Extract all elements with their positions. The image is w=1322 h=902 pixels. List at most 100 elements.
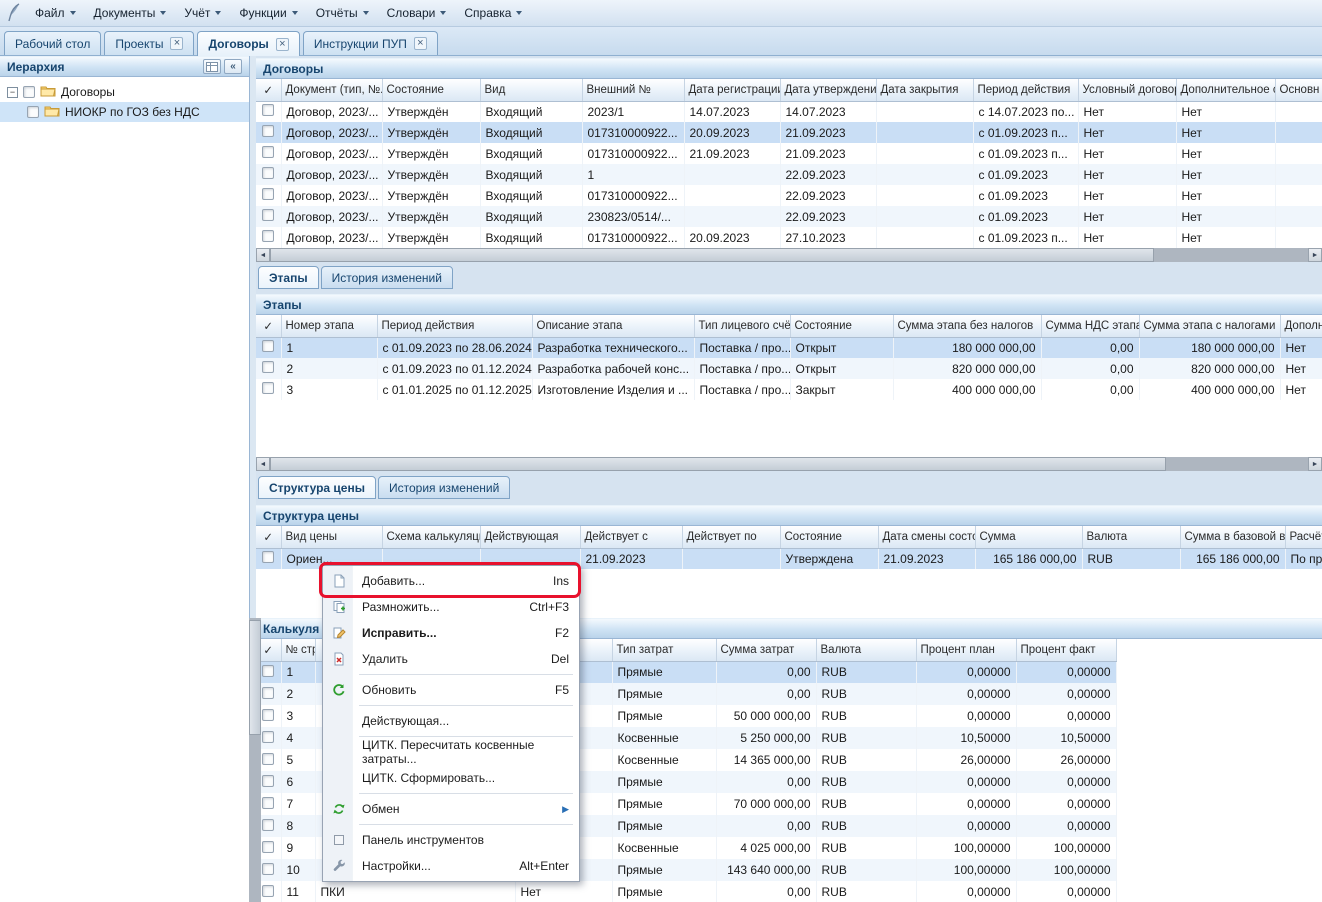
stages-horizontal-scrollbar[interactable]: ◄ ► bbox=[256, 457, 1322, 471]
grid-view-icon[interactable] bbox=[203, 59, 221, 74]
column-header[interactable]: Внешний № bbox=[582, 79, 684, 101]
scroll-left-button[interactable]: ◄ bbox=[256, 457, 270, 471]
scroll-right-button[interactable]: ► bbox=[1308, 248, 1322, 262]
row-checkbox[interactable] bbox=[262, 665, 274, 677]
context-menu-item[interactable]: ЦИТК. Сформировать... bbox=[325, 765, 577, 791]
tab-close-icon[interactable]: × bbox=[414, 37, 427, 50]
column-header[interactable]: Состояние bbox=[790, 315, 893, 337]
tree-node-niokr[interactable]: НИОКР по ГОЗ без НДС bbox=[0, 102, 249, 122]
column-header[interactable]: Дата утверждения bbox=[780, 79, 876, 101]
context-menu-item[interactable]: Действующая... bbox=[325, 708, 577, 734]
row-checkbox[interactable] bbox=[262, 885, 274, 897]
calculation-vertical-scrollbar[interactable] bbox=[249, 618, 261, 902]
menubar-item[interactable]: Файл bbox=[26, 2, 85, 24]
column-header[interactable]: Процент план bbox=[916, 639, 1016, 661]
column-header[interactable]: Валюта bbox=[816, 639, 916, 661]
column-header[interactable]: Вид bbox=[480, 79, 582, 101]
section-tab[interactable]: История изменений bbox=[378, 476, 510, 499]
column-header[interactable]: Действующая bbox=[480, 526, 580, 548]
column-header[interactable]: Дополн bbox=[1280, 315, 1322, 337]
column-header[interactable]: Состояние bbox=[780, 526, 878, 548]
row-checkbox[interactable] bbox=[262, 340, 274, 352]
context-menu-item[interactable]: Размножить...Ctrl+F3 bbox=[325, 594, 577, 620]
tree-node-contracts[interactable]: − Договоры bbox=[0, 82, 249, 102]
column-header[interactable]: Схема калькуляци bbox=[382, 526, 480, 548]
column-header[interactable]: Дата регистрации bbox=[684, 79, 780, 101]
table-row[interactable]: Договор, 2023/...УтверждёнВходящий017310… bbox=[256, 143, 1322, 164]
column-header[interactable]: Условный договор bbox=[1078, 79, 1176, 101]
contracts-horizontal-scrollbar[interactable]: ◄ ► bbox=[256, 248, 1322, 262]
table-row[interactable]: Договор, 2023/...УтверждёнВходящий122.09… bbox=[256, 164, 1322, 185]
context-menu-item[interactable]: Панель инструментов bbox=[325, 827, 577, 853]
row-checkbox[interactable] bbox=[262, 209, 274, 221]
table-row[interactable]: Договор, 2023/...УтверждёнВходящий017310… bbox=[256, 122, 1322, 143]
section-tab[interactable]: История изменений bbox=[321, 266, 453, 289]
document-tab[interactable]: Проекты× bbox=[104, 31, 194, 55]
row-checkbox[interactable] bbox=[262, 125, 274, 137]
column-header[interactable]: Действует с bbox=[580, 526, 682, 548]
select-all-checkbox-header[interactable]: ✓ bbox=[256, 526, 281, 548]
column-header[interactable]: Дополнительное с bbox=[1176, 79, 1275, 101]
row-checkbox[interactable] bbox=[262, 382, 274, 394]
collapse-node-icon[interactable]: − bbox=[7, 87, 18, 98]
table-row[interactable]: Договор, 2023/...УтверждёнВходящий017310… bbox=[256, 227, 1322, 248]
context-menu-item[interactable]: Добавить...Ins bbox=[325, 568, 577, 594]
node-checkbox[interactable] bbox=[23, 86, 35, 98]
column-header[interactable]: Процент факт bbox=[1016, 639, 1116, 661]
context-menu-item[interactable]: Обмен▶ bbox=[325, 796, 577, 822]
menubar-item[interactable]: Функции bbox=[230, 2, 306, 24]
context-menu-item[interactable]: Исправить...F2 bbox=[325, 620, 577, 646]
column-header[interactable]: Номер этапа bbox=[281, 315, 377, 337]
column-header[interactable]: Сумма этапа с налогами bbox=[1139, 315, 1280, 337]
row-checkbox[interactable] bbox=[262, 687, 274, 699]
table-row[interactable]: Договор, 2023/...УтверждёнВходящий2023/1… bbox=[256, 101, 1322, 122]
table-row[interactable]: 3с 01.01.2025 по 01.12.2025Изготовление … bbox=[256, 379, 1322, 400]
row-checkbox[interactable] bbox=[262, 709, 274, 721]
column-header[interactable]: Сумма этапа без налогов bbox=[893, 315, 1041, 337]
document-tab[interactable]: Рабочий стол bbox=[4, 31, 101, 55]
column-header[interactable]: Валюта bbox=[1082, 526, 1180, 548]
menubar-item[interactable]: Словари bbox=[378, 2, 456, 24]
column-header[interactable]: Сумма bbox=[975, 526, 1082, 548]
column-header[interactable]: Период действия bbox=[973, 79, 1078, 101]
row-checkbox[interactable] bbox=[262, 797, 274, 809]
row-checkbox[interactable] bbox=[262, 167, 274, 179]
menubar-item[interactable]: Справка bbox=[455, 2, 531, 24]
document-tab[interactable]: Инструкции ПУП× bbox=[303, 31, 438, 55]
column-header[interactable]: Действует по bbox=[682, 526, 780, 548]
collapse-panel-icon[interactable]: « bbox=[224, 59, 242, 74]
table-row[interactable]: Договор, 2023/...УтверждёнВходящий017310… bbox=[256, 185, 1322, 206]
select-all-checkbox-header[interactable]: ✓ bbox=[256, 79, 281, 101]
table-row[interactable]: 11ПКИНетПрямые0,00RUB0,000000,00000 bbox=[256, 881, 1116, 902]
menubar-item[interactable]: Документы bbox=[85, 2, 176, 24]
column-header[interactable]: Сумма в базовой в bbox=[1180, 526, 1285, 548]
column-header[interactable]: Описание этапа bbox=[532, 315, 694, 337]
column-header[interactable]: Сумма затрат bbox=[716, 639, 816, 661]
row-checkbox[interactable] bbox=[262, 753, 274, 765]
row-checkbox[interactable] bbox=[262, 551, 274, 563]
column-header[interactable]: № стр... bbox=[281, 639, 315, 661]
row-checkbox[interactable] bbox=[262, 731, 274, 743]
table-row[interactable]: 2с 01.09.2023 по 01.12.2024Разработка ра… bbox=[256, 358, 1322, 379]
select-all-checkbox-header[interactable]: ✓ bbox=[256, 315, 281, 337]
scroll-right-button[interactable]: ► bbox=[1308, 457, 1322, 471]
column-header[interactable]: Документ (тип, №... bbox=[281, 79, 382, 101]
column-header[interactable]: Дата закрытия bbox=[876, 79, 973, 101]
context-menu-item[interactable]: ОбновитьF5 bbox=[325, 677, 577, 703]
column-header[interactable]: Сумма НДС этапа bbox=[1041, 315, 1139, 337]
row-checkbox[interactable] bbox=[262, 146, 274, 158]
scroll-left-button[interactable]: ◄ bbox=[256, 248, 270, 262]
table-row[interactable]: 1с 01.09.2023 по 28.06.2024Разработка те… bbox=[256, 337, 1322, 358]
scrollbar-thumb[interactable] bbox=[270, 248, 1154, 262]
menubar-item[interactable]: Отчёты bbox=[307, 2, 378, 24]
column-header[interactable]: Тип лицевого счёт bbox=[694, 315, 790, 337]
row-checkbox[interactable] bbox=[262, 230, 274, 242]
tab-close-icon[interactable]: × bbox=[170, 37, 183, 50]
row-checkbox[interactable] bbox=[262, 819, 274, 831]
column-header[interactable]: Вид цены bbox=[281, 526, 382, 548]
column-header[interactable]: Период действия bbox=[377, 315, 532, 337]
context-menu-item[interactable]: УдалитьDel bbox=[325, 646, 577, 672]
column-header[interactable]: Основн bbox=[1275, 79, 1322, 101]
row-checkbox[interactable] bbox=[262, 188, 274, 200]
node-checkbox[interactable] bbox=[27, 106, 39, 118]
